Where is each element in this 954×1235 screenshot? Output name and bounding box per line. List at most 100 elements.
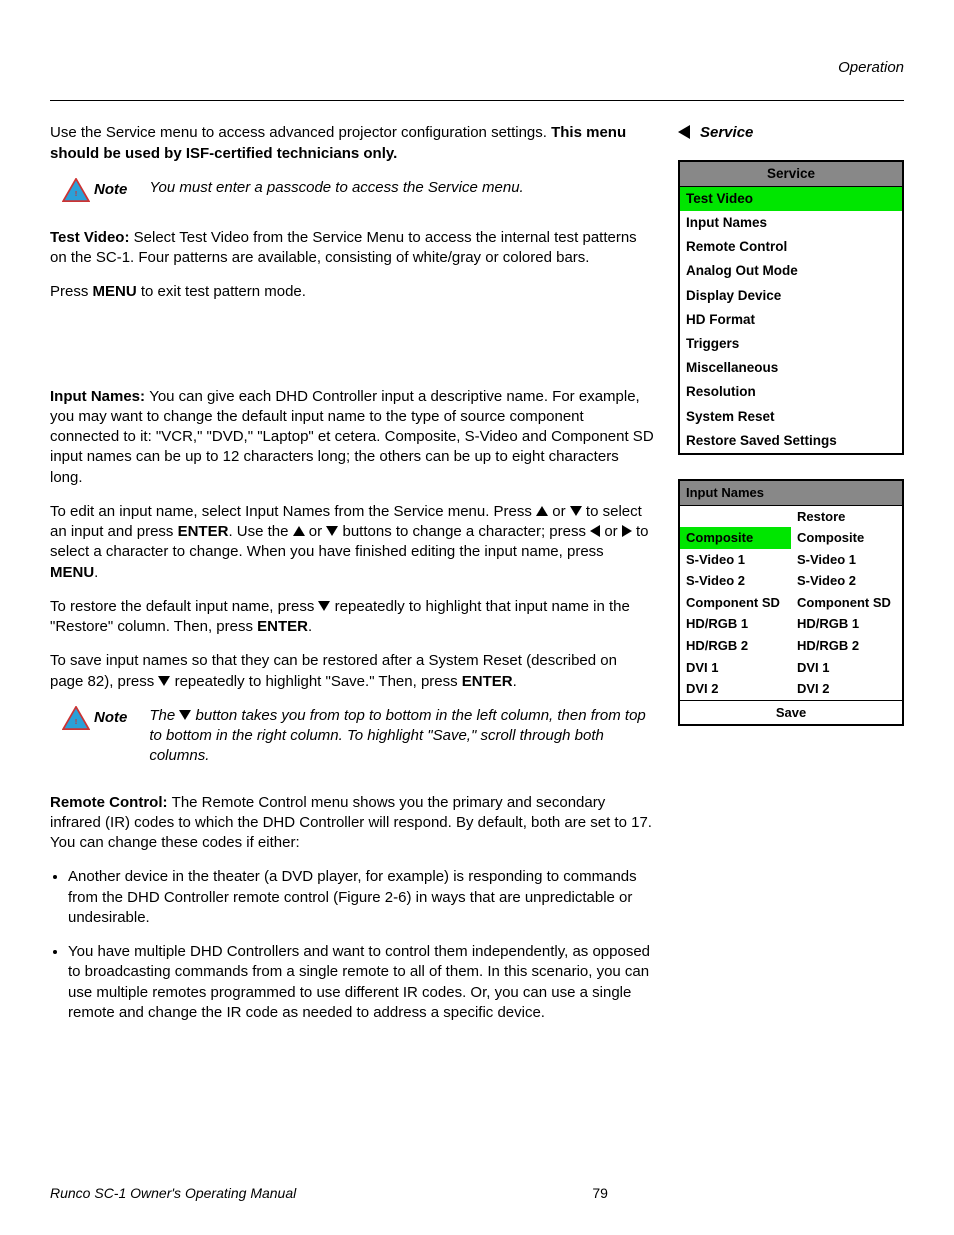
note-text: The button takes you from top to bottom … [149, 706, 654, 767]
t: repeatedly to highlight "Save." Then, pr… [170, 673, 461, 690]
service-menu-item: Display Device [679, 284, 903, 308]
test-video-label: Test Video: [50, 229, 134, 246]
menu-key: MENU [93, 283, 137, 300]
t: or [305, 523, 327, 540]
service-menu-item: Restore Saved Settings [679, 429, 903, 454]
footer: Runco SC-1 Owner's Operating Manual 79 [50, 1184, 904, 1203]
t: . [94, 564, 98, 581]
service-menu-table: Service Test VideoInput NamesRemote Cont… [678, 160, 904, 456]
test-video-press: Press MENU to exit test pattern mode. [50, 282, 654, 302]
t: To edit an input name, select Input Name… [50, 503, 536, 520]
service-menu-item: Test Video [679, 186, 903, 211]
input-left-cell: HD/RGB 2 [679, 635, 791, 657]
empty-cell [679, 505, 791, 527]
input-left-cell: S-Video 1 [679, 549, 791, 571]
note-label: Note [94, 180, 127, 200]
input-left-cell: Component SD [679, 592, 791, 614]
input-right-cell: Component SD [791, 592, 903, 614]
arrow-down-icon [318, 601, 330, 611]
input-right-cell: DVI 1 [791, 657, 903, 679]
remote-control-label: Remote Control: [50, 794, 172, 811]
arrow-down-icon [570, 506, 582, 516]
svg-text:!: ! [75, 189, 78, 198]
intro-text: Use the Service menu to access advanced … [50, 124, 551, 141]
input-right-cell: HD/RGB 1 [791, 613, 903, 635]
service-menu-title: Service [679, 161, 903, 187]
arrow-down-icon [326, 526, 338, 536]
service-menu-item: Analog Out Mode [679, 259, 903, 283]
service-menu-item: Miscellaneous [679, 356, 903, 380]
header-section-label: Operation [50, 58, 904, 78]
t: . Use the [228, 523, 292, 540]
arrow-right-icon [622, 525, 632, 537]
service-menu-item: Triggers [679, 332, 903, 356]
arrow-up-icon [536, 506, 548, 516]
left-column: Use the Service menu to access advanced … [50, 123, 654, 1037]
save-row: Save [679, 700, 903, 725]
intro-paragraph: Use the Service menu to access advanced … [50, 123, 654, 164]
input-names-table: Input Names Restore CompositeCompositeS-… [678, 479, 904, 726]
input-right-cell: S-Video 1 [791, 549, 903, 571]
t: . [308, 618, 312, 635]
arrow-left-icon [590, 525, 600, 537]
press-text-2: to exit test pattern mode. [137, 283, 306, 300]
test-video-body: Select Test Video from the Service Menu … [50, 229, 637, 266]
service-menu-item: System Reset [679, 405, 903, 429]
t: buttons to change a character; press [338, 523, 590, 540]
note-icon-wrap: ! Note [62, 706, 127, 730]
footer-title: Runco SC-1 Owner's Operating Manual [50, 1184, 296, 1203]
menu-key: MENU [50, 564, 94, 581]
t: or [548, 503, 570, 520]
input-left-cell: DVI 1 [679, 657, 791, 679]
input-left-cell: S-Video 2 [679, 570, 791, 592]
input-names-paragraph: Input Names: You can give each DHD Contr… [50, 387, 654, 488]
spacer [50, 317, 654, 387]
divider [50, 100, 904, 101]
arrow-down-icon [158, 676, 170, 686]
service-menu-item: Resolution [679, 380, 903, 404]
service-menu-item: HD Format [679, 308, 903, 332]
note-text: You must enter a passcode to access the … [149, 178, 654, 198]
enter-key: ENTER [462, 673, 513, 690]
service-heading-text: Service [700, 123, 753, 143]
service-menu-item: Remote Control [679, 235, 903, 259]
input-left-cell: DVI 2 [679, 678, 791, 700]
press-text: Press [50, 283, 93, 300]
service-heading: Service [678, 123, 904, 143]
remote-list: Another device in the theater (a DVD pla… [50, 867, 654, 1023]
right-column: Service Service Test VideoInput NamesRem… [678, 123, 904, 1037]
input-right-cell: HD/RGB 2 [791, 635, 903, 657]
list-item: You have multiple DHD Controllers and wa… [68, 942, 654, 1023]
test-video-paragraph: Test Video: Select Test Video from the S… [50, 228, 654, 269]
input-left-cell: Composite [679, 527, 791, 549]
t: button takes you from top to bottom in t… [149, 707, 645, 765]
enter-key: ENTER [257, 618, 308, 635]
warning-icon: ! [62, 706, 90, 730]
enter-key: ENTER [178, 523, 229, 540]
arrow-up-icon [293, 526, 305, 536]
input-left-cell: HD/RGB 1 [679, 613, 791, 635]
warning-icon: ! [62, 178, 90, 202]
input-names-label: Input Names: [50, 388, 149, 405]
t: or [600, 523, 622, 540]
t: The [149, 707, 179, 724]
input-right-cell: S-Video 2 [791, 570, 903, 592]
arrow-left-icon [678, 125, 690, 139]
input-right-cell: DVI 2 [791, 678, 903, 700]
note-label: Note [94, 708, 127, 728]
t: To restore the default input name, press [50, 598, 318, 615]
svg-text:!: ! [75, 717, 78, 726]
note-2: ! Note The button takes you from top to … [62, 706, 654, 767]
input-names-restore: To restore the default input name, press… [50, 597, 654, 638]
service-menu-item: Input Names [679, 211, 903, 235]
page-number: 79 [592, 1184, 608, 1203]
input-names-title: Input Names [679, 480, 903, 505]
page: Operation Use the Service menu to access… [0, 0, 954, 1235]
input-names-edit: To edit an input name, select Input Name… [50, 502, 654, 583]
input-names-save: To save input names so that they can be … [50, 651, 654, 692]
remote-control-paragraph: Remote Control: The Remote Control menu … [50, 793, 654, 854]
note-icon-wrap: ! Note [62, 178, 127, 202]
list-item: Another device in the theater (a DVD pla… [68, 867, 654, 928]
input-right-cell: Composite [791, 527, 903, 549]
two-col-layout: Use the Service menu to access advanced … [50, 123, 904, 1037]
